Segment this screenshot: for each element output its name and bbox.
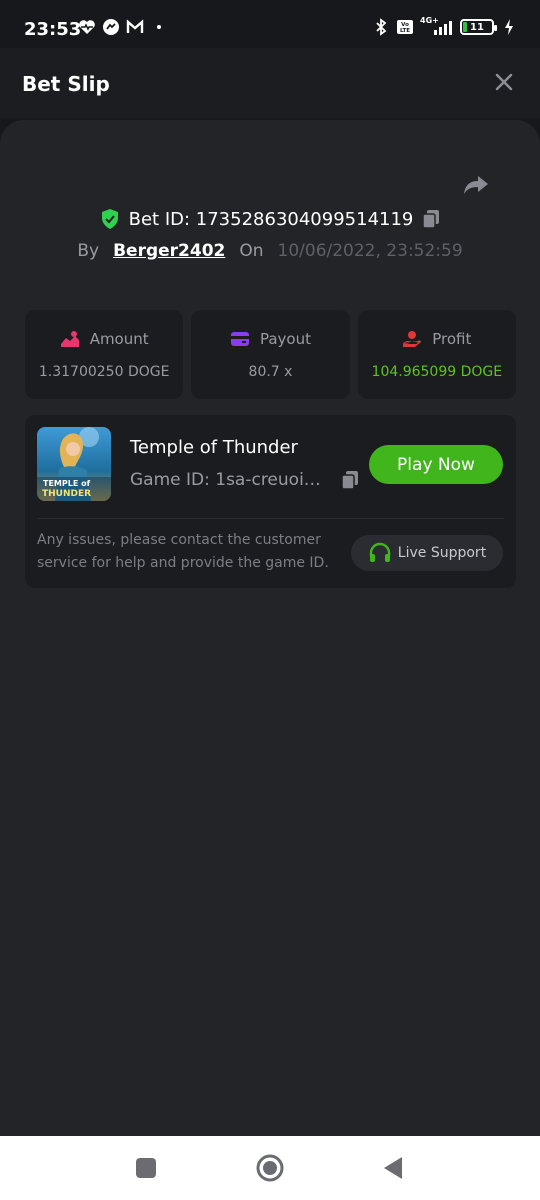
circle-icon bbox=[256, 1154, 284, 1182]
system-nav-bar bbox=[0, 1136, 540, 1200]
bet-meta-row: By Berger2402 On 10/06/2022, 23:52:59 bbox=[0, 241, 540, 261]
header: Bet Slip bbox=[0, 48, 540, 118]
help-text: Any issues, please contact the customer … bbox=[37, 532, 329, 571]
amount-icon bbox=[60, 330, 79, 347]
square-icon bbox=[136, 1158, 156, 1178]
share-button[interactable] bbox=[462, 170, 490, 198]
game-card: TEMPLE of THUNDER Temple of Thunder Game… bbox=[25, 415, 516, 588]
stat-label: Amount bbox=[89, 329, 149, 348]
charging-icon bbox=[500, 18, 518, 36]
bet-slip-panel: Bet ID: 1735286304099514119 By Berger240… bbox=[0, 120, 540, 1136]
game-id-row: Game ID: 1sa-creuoig... bbox=[130, 470, 360, 490]
headset-icon bbox=[369, 542, 390, 562]
status-time: 23:53 bbox=[24, 19, 82, 40]
bet-date: 10/06/2022, 23:52:59 bbox=[277, 241, 463, 261]
game-name: Temple of Thunder bbox=[130, 437, 298, 458]
volte-icon: Vo LTE bbox=[396, 18, 414, 36]
bet-stats: Amount 1.31700250 DOGE Payout 80.7 x Pro… bbox=[25, 310, 516, 399]
close-icon bbox=[495, 73, 513, 91]
divider bbox=[37, 518, 504, 519]
stat-value: 104.965099 DOGE bbox=[371, 363, 503, 380]
game-id: Game ID: 1sa-creuoig... bbox=[130, 470, 326, 490]
status-bar: 23:53 Vo LTE 4G+ 11 bbox=[0, 0, 540, 48]
thumbnail-title-line-1: TEMPLE of bbox=[43, 479, 91, 488]
back-button[interactable] bbox=[380, 1154, 408, 1182]
by-label: By bbox=[77, 241, 100, 261]
copy-icon bbox=[422, 210, 440, 229]
copy-game-id-button[interactable] bbox=[340, 470, 360, 490]
dot-icon bbox=[150, 18, 168, 36]
share-icon bbox=[464, 176, 488, 194]
bet-id: Bet ID: 1735286304099514119 bbox=[128, 208, 414, 230]
heart-monitor-icon bbox=[78, 18, 96, 36]
signal-4g-icon: 4G+ bbox=[420, 16, 454, 36]
close-button[interactable] bbox=[492, 70, 516, 94]
stat-label: Payout bbox=[259, 329, 311, 348]
network-label: 4G+ bbox=[420, 16, 439, 25]
stat-value: 1.31700250 DOGE bbox=[38, 363, 170, 380]
wallet-icon bbox=[230, 331, 249, 346]
page-title: Bet Slip bbox=[22, 72, 110, 96]
messenger-icon bbox=[102, 18, 120, 36]
game-thumbnail[interactable]: TEMPLE of THUNDER bbox=[37, 427, 111, 501]
system-icons: Vo LTE 4G+ 11 bbox=[372, 16, 518, 36]
copy-icon bbox=[341, 471, 358, 490]
play-now-button[interactable]: Play Now bbox=[369, 445, 503, 484]
recents-button[interactable] bbox=[132, 1154, 160, 1182]
on-label: On bbox=[239, 241, 264, 261]
stat-payout: Payout 80.7 x bbox=[191, 310, 350, 399]
profit-icon bbox=[403, 330, 422, 347]
battery-level: 11 bbox=[470, 21, 484, 33]
svg-text:LTE: LTE bbox=[400, 28, 410, 34]
bluetooth-icon bbox=[372, 18, 390, 36]
notification-icons bbox=[78, 18, 168, 36]
bet-id-row: Bet ID: 1735286304099514119 bbox=[0, 208, 540, 230]
username-link[interactable]: Berger2402 bbox=[113, 241, 225, 261]
stat-profit: Profit 104.965099 DOGE bbox=[357, 310, 516, 399]
live-support-label: Live Support bbox=[397, 545, 487, 561]
shield-check-icon bbox=[101, 209, 118, 229]
gmail-icon bbox=[126, 18, 144, 36]
back-triangle-icon bbox=[384, 1157, 402, 1179]
copy-bet-id-button[interactable] bbox=[421, 209, 441, 229]
stat-value: 80.7 x bbox=[248, 363, 293, 380]
stat-label: Profit bbox=[432, 329, 472, 348]
battery-icon: 11 bbox=[460, 19, 497, 35]
live-support-button[interactable]: Live Support bbox=[351, 535, 503, 571]
stat-amount: Amount 1.31700250 DOGE bbox=[25, 310, 184, 399]
home-button[interactable] bbox=[256, 1154, 284, 1182]
play-now-label: Play Now bbox=[397, 454, 475, 475]
thumbnail-title-line-2: THUNDER bbox=[42, 489, 91, 499]
